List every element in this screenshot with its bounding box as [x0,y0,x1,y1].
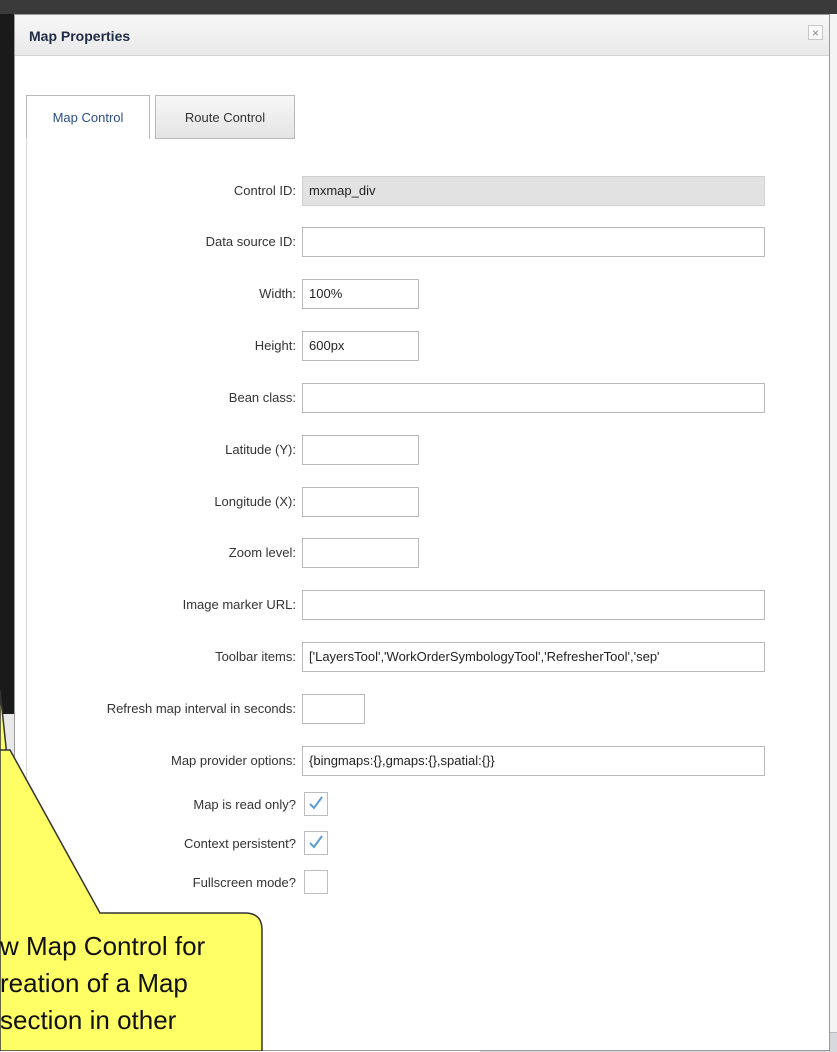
data-source-id-field[interactable] [302,227,765,257]
dialog-header: Map Properties × [15,15,829,56]
read-only-checkbox[interactable] [304,792,328,816]
tab-route-control[interactable]: Route Control [155,95,295,139]
background-right-edge [829,14,837,1051]
bean-class-field[interactable] [302,383,765,413]
close-icon[interactable]: × [808,25,823,40]
context-persistent-checkbox[interactable] [304,831,328,855]
height-label: Height: [254,338,296,353]
refresh-interval-field[interactable] [302,694,365,724]
callout-line-3: section in other [0,1005,177,1035]
zoom-level-field[interactable] [302,538,419,568]
background-toolbar [0,0,837,14]
map-provider-options-field[interactable]: {bingmaps:{},gmaps:{},spatial:{}} [302,746,765,776]
dialog-title: Map Properties [29,28,131,44]
longitude-field[interactable] [302,487,419,517]
height-field[interactable]: 600px [302,331,419,361]
latitude-field[interactable] [302,435,419,465]
data-source-id-label: Data source ID: [205,234,296,249]
callout-text: w Map Control for reation of a Map secti… [0,928,250,1039]
zoom-level-label: Zoom level: [228,545,296,560]
callout-line-1: w Map Control for [0,931,206,961]
checkmark-icon [309,835,323,849]
tab-map-control[interactable]: Map Control [26,95,150,139]
image-marker-url-field[interactable] [302,590,765,620]
width-label: Width: [259,286,296,301]
toolbar-items-label: Toolbar items: [215,649,296,664]
longitude-label: Longitude (X): [214,494,296,509]
checkmark-icon [309,796,323,810]
latitude-label: Latitude (Y): [225,442,296,457]
control-id-label: Control ID: [233,183,296,198]
toolbar-items-field[interactable]: ['LayersTool','WorkOrderSymbologyTool','… [302,642,765,672]
fullscreen-checkbox[interactable] [304,870,328,894]
control-id-field: mxmap_div [302,176,765,206]
bean-class-label: Bean class: [228,390,296,405]
callout-line-2: reation of a Map [0,968,188,998]
image-marker-url-label: Image marker URL: [182,597,296,612]
width-field[interactable]: 100% [302,279,419,309]
